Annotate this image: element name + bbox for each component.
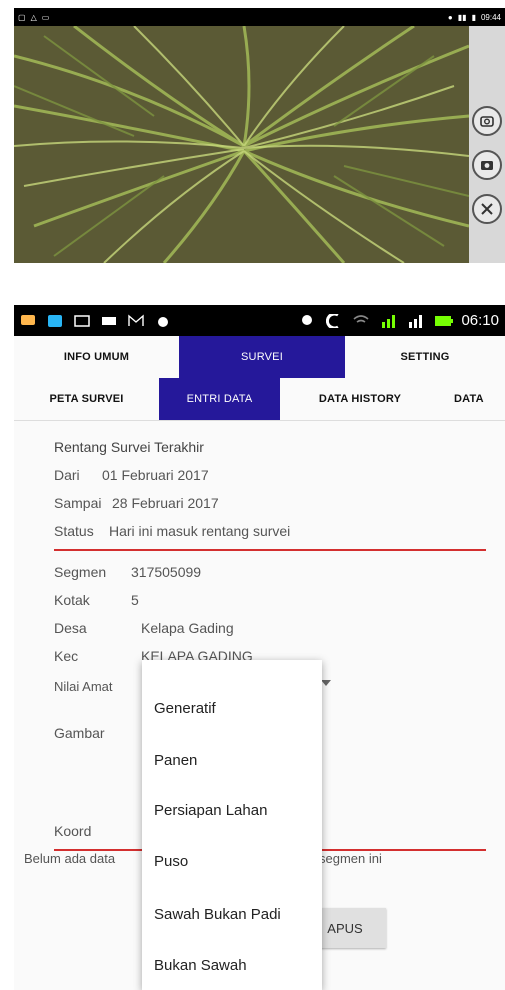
- kec-label: Kec: [54, 648, 79, 664]
- menu-item-puso[interactable]: Puso: [154, 853, 188, 870]
- to-row: Sampai 28 Februari 2017: [54, 495, 219, 511]
- tab-setting[interactable]: SETTING: [345, 336, 505, 378]
- card-icon: [101, 314, 117, 328]
- camera-status-time: 09:44: [480, 12, 501, 22]
- tab-data[interactable]: DATA: [454, 378, 505, 420]
- signal-icon: ▮▮: [457, 12, 467, 22]
- segmen-row: Segmen 317505099: [54, 564, 201, 580]
- nilai-amat-label: Nilai Amat: [54, 679, 113, 694]
- rice-field-photo: [14, 26, 469, 263]
- desa-label: Desa: [54, 620, 87, 636]
- divider-line: [54, 549, 486, 551]
- kotak-row: Kotak 5: [54, 592, 139, 608]
- tab-info-umum[interactable]: INFO UMUM: [14, 336, 179, 378]
- from-row: Dari 01 Februari 2017: [54, 467, 209, 483]
- from-value: 01 Februari 2017: [102, 467, 209, 483]
- info-message-left: Belum ada data: [24, 851, 116, 866]
- tab-data-history[interactable]: DATA HISTORY: [280, 378, 440, 420]
- segmen-value: 317505099: [131, 564, 202, 580]
- menu-item-panen[interactable]: Panen: [154, 752, 197, 769]
- main-tabs: INFO UMUM SURVEI SETTING: [14, 336, 505, 378]
- info-message-right: segmen ini: [319, 851, 382, 866]
- menu-item-generatif[interactable]: Generatif: [154, 700, 216, 717]
- status-bar: 06:10: [14, 305, 505, 336]
- signal-1-icon: [380, 314, 396, 328]
- to-label: Sampai: [54, 495, 102, 511]
- sub-tabs: PETA SURVEI ENTRI DATA DATA HISTORY DATA: [14, 378, 505, 421]
- location-icon: ●: [447, 12, 453, 22]
- camera-status-bar: ▢ △ ▭ ● ▮▮ ▮ 09:44: [14, 8, 505, 26]
- survey-range-heading: Rentang Survei Terakhir: [54, 439, 204, 455]
- camera-controls: [469, 26, 505, 263]
- tab-peta-survei[interactable]: PETA SURVEI: [14, 378, 159, 420]
- nilai-amat-dropdown-menu: Generatif Panen Persiapan Lahan Puso Saw…: [142, 660, 322, 990]
- status-label: Status: [54, 523, 94, 539]
- tab-entri-data[interactable]: ENTRI DATA: [159, 378, 280, 420]
- from-label: Dari: [54, 467, 80, 483]
- camera-screen: ▢ △ ▭ ● ▮▮ ▮ 09:44: [14, 8, 505, 263]
- close-icon[interactable]: [472, 194, 502, 224]
- android-icon: [155, 314, 171, 328]
- survey-app-screen: 06:10 INFO UMUM SURVEI SETTING PETA SURV…: [14, 305, 505, 990]
- menu-item-bukan-sawah[interactable]: Bukan Sawah: [154, 957, 247, 974]
- menu-item-sawah-bukan-padi[interactable]: Sawah Bukan Padi: [154, 906, 281, 923]
- chat-icon: [20, 314, 36, 328]
- status-row: Status Hari ini masuk rentang survei: [54, 523, 290, 539]
- signal-2-icon: [407, 314, 423, 328]
- desa-value: Kelapa Gading: [141, 620, 234, 636]
- gallery-icon: [74, 314, 90, 328]
- battery-icon: ▮: [471, 12, 476, 22]
- rotate-camera-icon[interactable]: [472, 106, 502, 136]
- gmail-icon: [128, 313, 144, 328]
- tab-survei[interactable]: SURVEI: [179, 336, 345, 378]
- desa-row: Desa Kelapa Gading: [54, 620, 234, 636]
- warning-icon: △: [30, 12, 37, 22]
- kec-row: Kec KELAPA GADING: [54, 648, 253, 664]
- menu-item-persiapan-lahan[interactable]: Persiapan Lahan: [154, 802, 267, 819]
- kotak-label: Kotak: [54, 592, 90, 608]
- call-icon: [326, 312, 342, 329]
- battery-icon: [434, 314, 454, 328]
- screen-icon: [47, 314, 63, 328]
- status-time: 06:10: [461, 312, 499, 329]
- message-icon: ▢: [18, 12, 26, 22]
- gambar-label: Gambar: [54, 725, 105, 741]
- status-value: Hari ini masuk rentang survei: [109, 523, 291, 539]
- kotak-value: 5: [131, 592, 139, 608]
- wifi-icon: [353, 314, 369, 328]
- chevron-down-icon[interactable]: [321, 680, 331, 686]
- to-value: 28 Februari 2017: [112, 495, 219, 511]
- gallery-icon: ▭: [41, 12, 50, 22]
- koord-label: Koord: [54, 823, 92, 839]
- location-icon: [299, 314, 315, 328]
- segmen-label: Segmen: [54, 564, 107, 580]
- camera-icon[interactable]: [472, 150, 502, 180]
